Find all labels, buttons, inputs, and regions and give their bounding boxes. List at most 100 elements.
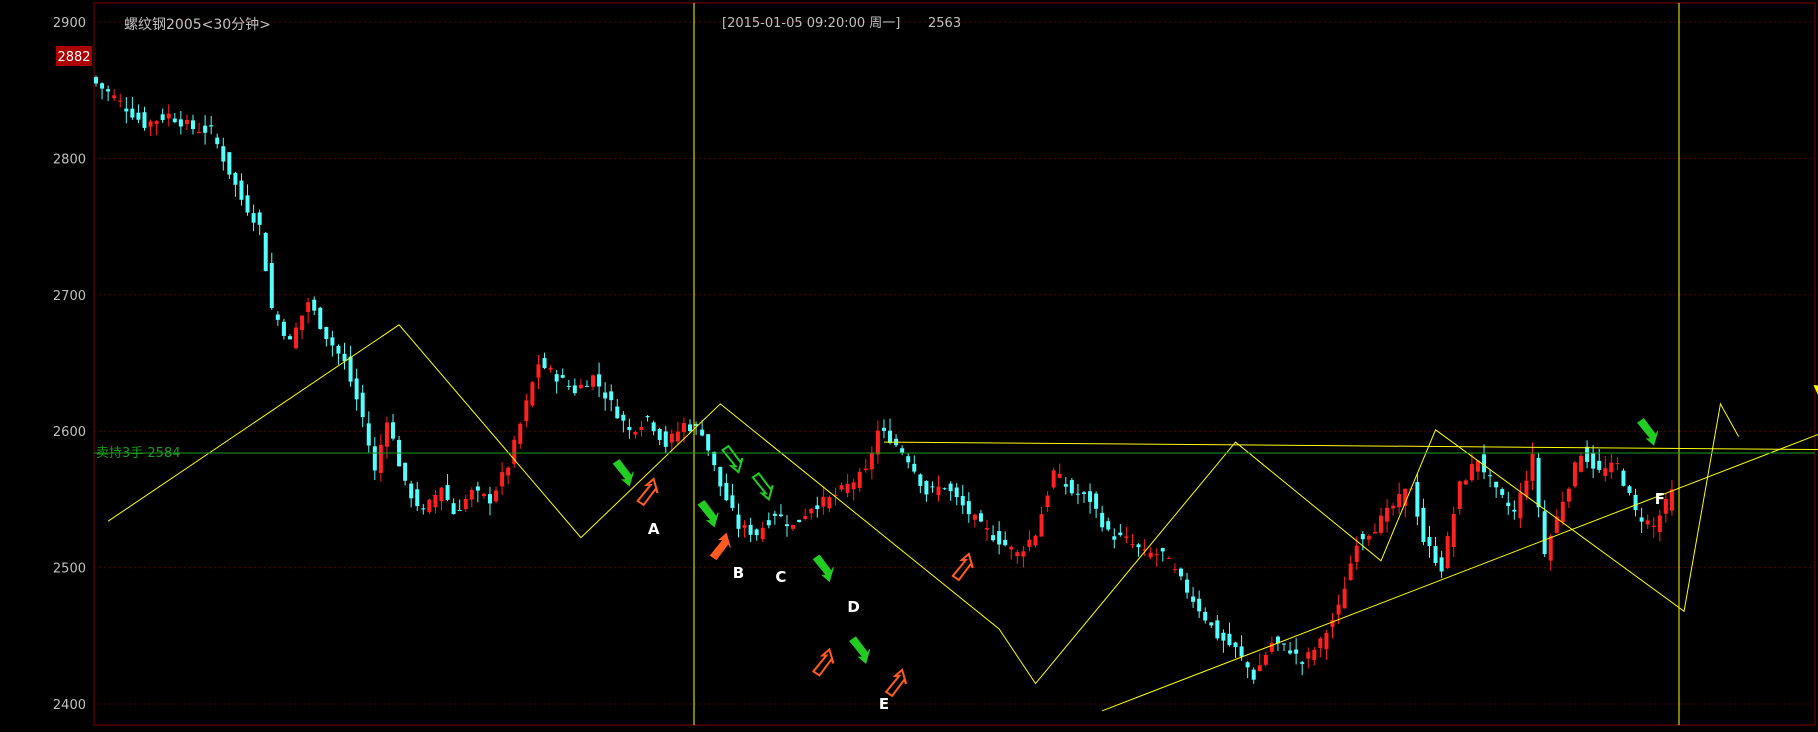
candle-body <box>1488 475 1493 477</box>
candle-body <box>384 422 389 447</box>
candle-body <box>778 514 783 517</box>
kline-chart[interactable]: 2900 2800 2700 2600 2500 2400 A B C D E F 卖持3手 258… <box>0 0 1818 728</box>
candle-body <box>500 472 505 487</box>
candle-body <box>578 384 583 389</box>
candle-body <box>366 423 371 446</box>
candle-body <box>681 423 686 433</box>
candle-body <box>942 488 947 490</box>
candle-body <box>1160 548 1165 552</box>
candle-body <box>360 392 365 418</box>
candle-body <box>851 482 856 490</box>
candle-body <box>742 524 747 528</box>
candle-body <box>784 524 789 527</box>
candle-body <box>354 378 359 400</box>
candle-body <box>948 483 953 492</box>
candle-body <box>881 427 886 431</box>
candle-body <box>1591 452 1596 469</box>
candle-body <box>190 120 195 130</box>
candle-body <box>487 494 492 504</box>
candle-body <box>463 498 468 510</box>
candle-body <box>936 486 941 496</box>
candle-body <box>615 406 620 419</box>
candle-body <box>966 501 971 515</box>
candle-body <box>1191 596 1196 602</box>
candle-body <box>597 374 602 387</box>
candle-body <box>1282 643 1287 645</box>
candle-body <box>857 471 862 489</box>
candle-body <box>1027 539 1032 547</box>
candle-body <box>918 474 923 486</box>
candle-body <box>1039 514 1044 537</box>
candle-body <box>1494 481 1499 488</box>
candle-body <box>142 112 147 128</box>
candle-body <box>481 493 486 497</box>
point-label: C <box>775 568 786 586</box>
candle-body <box>1348 563 1353 580</box>
point-label: E <box>879 695 889 713</box>
candle-body <box>281 321 286 336</box>
candle-body <box>203 125 208 133</box>
candle-body <box>1633 494 1638 511</box>
candle-body <box>1615 463 1620 465</box>
candle-body <box>900 448 905 454</box>
candle-body <box>1342 588 1347 609</box>
candle-body <box>1354 545 1359 562</box>
candle-body <box>1318 638 1323 648</box>
candle-body <box>888 430 893 444</box>
candle-body <box>1451 513 1456 547</box>
candle-body <box>233 172 238 185</box>
candle-body <box>627 426 632 431</box>
candle-body <box>1639 517 1644 522</box>
candle-body <box>1106 521 1111 530</box>
candle-body <box>1075 493 1080 495</box>
candle-body <box>1360 533 1365 540</box>
candle-body <box>1021 551 1026 557</box>
candle-body <box>1506 502 1511 507</box>
candle-body <box>584 385 589 387</box>
candle-body <box>1051 470 1056 488</box>
candle-body <box>1609 462 1614 473</box>
candle-body <box>178 119 183 127</box>
candle-body <box>675 431 680 442</box>
candle-body <box>1245 662 1250 668</box>
candle-body <box>421 508 426 510</box>
candle-body <box>1312 649 1317 660</box>
candle-body <box>1560 501 1565 522</box>
candle-body <box>651 422 656 432</box>
point-label: F <box>1655 490 1665 508</box>
candle-body <box>803 516 808 519</box>
candle-body <box>1391 505 1396 509</box>
candle-body <box>1572 462 1577 487</box>
candle-body <box>409 483 414 499</box>
candle-body <box>1166 557 1171 559</box>
candle-body <box>1094 493 1099 509</box>
candle-body <box>560 375 565 378</box>
candle-body <box>1324 632 1329 650</box>
candle-body <box>1045 495 1050 507</box>
candle-body <box>1015 552 1020 557</box>
order-line-label: 卖持3手 2584 <box>96 446 181 461</box>
candle-body <box>657 428 662 440</box>
candle-body <box>821 496 826 507</box>
candle-body <box>1088 491 1093 502</box>
candle-body <box>1530 454 1535 481</box>
candle-body <box>318 307 323 329</box>
candle-body <box>730 495 735 508</box>
candle-body <box>548 367 553 370</box>
candle-body <box>1621 470 1626 486</box>
candle-body <box>1069 480 1074 494</box>
candle-body <box>1469 464 1474 481</box>
candle-body <box>609 391 614 401</box>
candle-body <box>1645 520 1650 525</box>
candle-body <box>148 121 153 127</box>
candle-body <box>1081 492 1086 494</box>
candle-body <box>954 487 959 498</box>
candle-body <box>1651 525 1656 527</box>
candle-body <box>1033 535 1038 546</box>
candle-body <box>1227 633 1232 646</box>
candle-body <box>94 77 98 84</box>
candle-body <box>1009 546 1014 550</box>
candle-body <box>239 180 244 200</box>
candle-body <box>542 358 547 369</box>
candle-body <box>209 125 214 127</box>
